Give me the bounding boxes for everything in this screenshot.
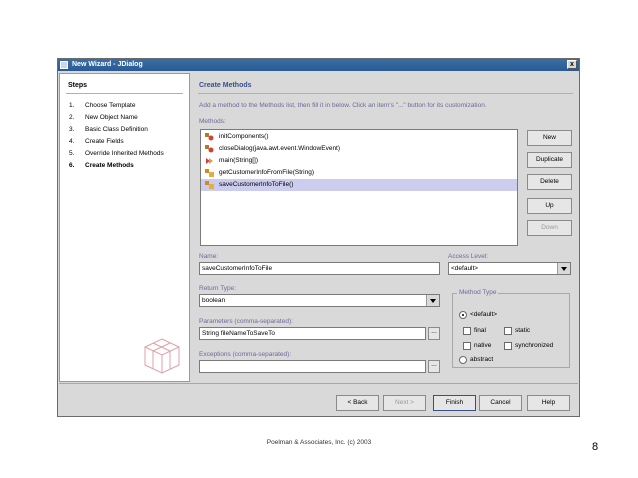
methods-list[interactable]: initComponents() closeDialog(java.awt.ev… xyxy=(200,129,518,246)
parameters-field[interactable]: String fileNameToSaveTo xyxy=(199,327,426,340)
method-icon xyxy=(205,181,214,189)
title-bar[interactable]: New Wizard - JDialog x xyxy=(58,59,579,71)
slide-page-number: 8 xyxy=(592,441,599,453)
method-icon xyxy=(205,169,214,177)
footer-divider xyxy=(59,383,578,384)
list-item[interactable]: main(String[]) xyxy=(201,155,517,167)
list-item-selected[interactable]: saveCustomerInfoToFile() xyxy=(201,179,517,191)
private-method-icon xyxy=(205,133,214,141)
method-type-group: Method Type <default> final static nativ… xyxy=(452,289,570,368)
step-item: 4. Create Fields xyxy=(69,138,124,145)
help-button[interactable]: Help xyxy=(527,395,570,411)
exceptions-browse-button[interactable]: ... xyxy=(428,360,440,373)
step-item: 1. Choose Template xyxy=(69,102,136,109)
app-icon xyxy=(60,61,68,69)
return-type-label: Return Type: xyxy=(199,285,237,292)
list-item[interactable]: initComponents() xyxy=(201,131,517,143)
final-checkbox[interactable] xyxy=(463,327,471,335)
native-checkbox[interactable] xyxy=(463,342,471,350)
window-title: New Wizard - JDialog xyxy=(72,61,143,68)
step-item: 3. Basic Class Definition xyxy=(69,126,148,133)
chevron-down-icon xyxy=(557,263,570,274)
native-label: native xyxy=(474,342,492,349)
exceptions-label: Exceptions (comma-separated): xyxy=(199,351,292,358)
step-item-current: 6. Create Methods xyxy=(69,162,134,169)
back-button[interactable]: < Back xyxy=(336,395,379,411)
synchronized-label: synchronized xyxy=(515,342,554,349)
static-label: static xyxy=(515,327,531,334)
abstract-radio-label: abstract xyxy=(470,356,494,363)
parameters-browse-button[interactable]: ... xyxy=(428,327,440,340)
name-field[interactable]: saveCustomerInfoToFile xyxy=(199,262,440,275)
steps-header: Steps xyxy=(68,82,88,89)
abstract-radio[interactable] xyxy=(459,356,467,364)
steps-divider xyxy=(66,93,183,94)
down-button[interactable]: Down xyxy=(527,220,572,236)
panel-divider xyxy=(198,93,573,94)
static-checkbox[interactable] xyxy=(504,327,512,335)
default-radio-label: <default> xyxy=(470,311,498,318)
wizard-cube-icon xyxy=(144,338,180,374)
private-method-icon xyxy=(205,145,214,153)
list-item[interactable]: closeDialog(java.awt.event.WindowEvent) xyxy=(201,143,517,155)
next-button[interactable]: Next > xyxy=(383,395,426,411)
up-button[interactable]: Up xyxy=(527,198,572,214)
return-type-select[interactable]: boolean xyxy=(199,294,440,307)
cancel-button[interactable]: Cancel xyxy=(479,395,522,411)
panel-title: Create Methods xyxy=(199,82,252,89)
access-level-label: Access Level: xyxy=(448,253,489,260)
exceptions-field[interactable] xyxy=(199,360,426,373)
new-wizard-dialog: New Wizard - JDialog x Steps 1. Choose Te… xyxy=(57,58,580,417)
new-button[interactable]: New xyxy=(527,130,572,146)
step-item: 5. Override Inherited Methods xyxy=(69,150,164,157)
chevron-down-icon xyxy=(426,295,439,306)
step-item: 2. New Object Name xyxy=(69,114,138,121)
access-level-select[interactable]: <default> xyxy=(448,262,571,275)
parameters-label: Parameters (comma-separated): xyxy=(199,318,293,325)
finish-button[interactable]: Finish xyxy=(433,395,476,411)
steps-list: 1. Choose Template 2. New Object Name 3. Ba… xyxy=(69,100,164,172)
default-radio[interactable] xyxy=(459,311,467,319)
list-item[interactable]: getCustomerInfoFromFile(String) xyxy=(201,167,517,179)
slide-footer: Poelman & Associates, Inc. (c) 2003 xyxy=(266,439,372,446)
steps-panel: Steps 1. Choose Template 2. New Object Nam… xyxy=(59,73,190,382)
delete-button[interactable]: Delete xyxy=(527,174,572,190)
method-type-label: Method Type xyxy=(457,289,499,296)
final-label: final xyxy=(474,327,486,334)
synchronized-checkbox[interactable] xyxy=(504,342,512,350)
name-label: Name: xyxy=(199,253,219,260)
static-method-icon xyxy=(206,158,213,164)
duplicate-button[interactable]: Duplicate xyxy=(527,152,572,168)
methods-label: Methods: xyxy=(199,118,226,125)
close-button[interactable]: x xyxy=(567,60,577,69)
instructions-text: Add a method to the Methods list, then f… xyxy=(199,102,487,109)
